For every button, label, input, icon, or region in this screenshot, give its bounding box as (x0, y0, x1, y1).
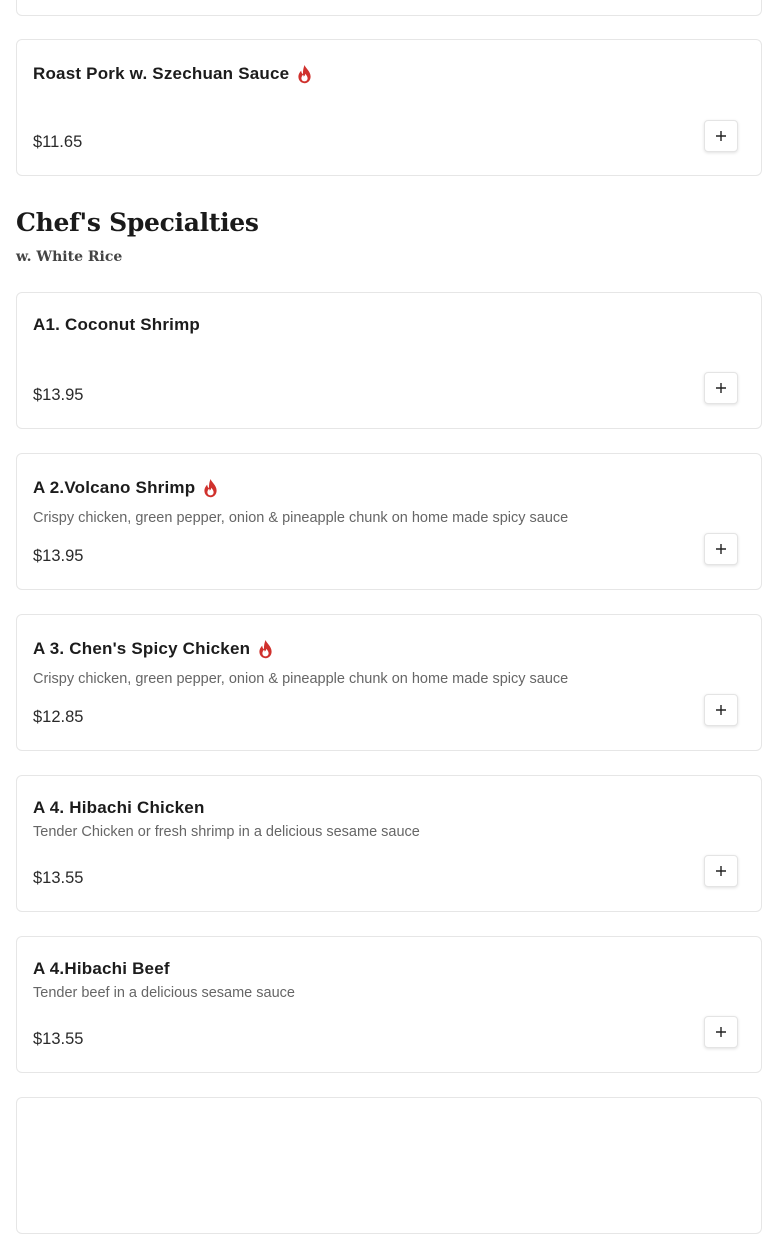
menu-item-name-text: A 4. Hibachi Chicken (33, 798, 205, 817)
menu-item-price: $13.95 (33, 547, 84, 565)
plus-icon (716, 705, 726, 715)
menu-item-name: A 3. Chen's Spicy Chicken (33, 639, 274, 659)
plus-icon (716, 383, 726, 393)
menu-item-card[interactable]: A 4.Hibachi Beef Tender beef in a delici… (16, 936, 762, 1073)
fire-icon (257, 639, 274, 659)
menu-item-card[interactable]: A 3. Chen's Spicy Chicken Crispy chicken… (16, 614, 762, 751)
fire-icon (202, 478, 219, 498)
fire-icon (296, 64, 313, 84)
add-to-cart-button[interactable] (704, 120, 738, 152)
menu-item-name-text: A 2.Volcano Shrimp (33, 478, 196, 497)
menu-item-description: Crispy chicken, green pepper, onion & pi… (33, 510, 569, 526)
menu-item-card[interactable]: A 4. Hibachi Chicken Tender Chicken or f… (16, 775, 762, 912)
menu-item-description: Tender Chicken or fresh shrimp in a deli… (33, 824, 420, 840)
menu-item-description: Crispy chicken, green pepper, onion & pi… (33, 671, 569, 687)
menu-item-card-roast-pork[interactable]: Roast Pork w. Szechuan Sauce $11.65 (16, 39, 762, 176)
menu-item-price: $13.55 (33, 1030, 84, 1048)
menu-item-name-text: Roast Pork w. Szechuan Sauce (33, 64, 290, 83)
menu-item-price: $13.55 (33, 869, 84, 887)
menu-item-price: $11.65 (33, 133, 83, 151)
add-to-cart-button[interactable] (704, 372, 738, 404)
menu-item-card-partial[interactable] (16, 0, 762, 16)
plus-icon (716, 866, 726, 876)
add-to-cart-button[interactable] (704, 855, 738, 887)
add-to-cart-button[interactable] (704, 1016, 738, 1048)
menu-item-description: Tender beef in a delicious sesame sauce (33, 985, 295, 1001)
menu-item-name: Roast Pork w. Szechuan Sauce (33, 64, 313, 84)
section-subtitle: w. White Rice (16, 249, 123, 265)
menu-item-name: A1. Coconut Shrimp (33, 315, 200, 335)
menu-item-name-text: A 3. Chen's Spicy Chicken (33, 639, 251, 658)
menu-item-card-partial[interactable] (16, 1097, 762, 1234)
menu-item-price: $13.95 (33, 386, 84, 404)
menu-item-name-text: A 4.Hibachi Beef (33, 959, 170, 978)
add-to-cart-button[interactable] (704, 533, 738, 565)
menu-item-name: A 4. Hibachi Chicken (33, 798, 205, 818)
plus-icon (716, 1027, 726, 1037)
add-to-cart-button[interactable] (704, 694, 738, 726)
menu-item-card[interactable]: A 2.Volcano Shrimp Crispy chicken, green… (16, 453, 762, 590)
menu-item-name: A 4.Hibachi Beef (33, 959, 170, 979)
plus-icon (716, 544, 726, 554)
section-title: Chef's Specialties (16, 208, 259, 237)
plus-icon (716, 131, 726, 141)
menu-item-name-text: A1. Coconut Shrimp (33, 315, 200, 334)
menu-item-card[interactable]: A1. Coconut Shrimp $13.95 (16, 292, 762, 429)
menu-item-name: A 2.Volcano Shrimp (33, 478, 219, 498)
menu-item-price: $12.85 (33, 708, 84, 726)
